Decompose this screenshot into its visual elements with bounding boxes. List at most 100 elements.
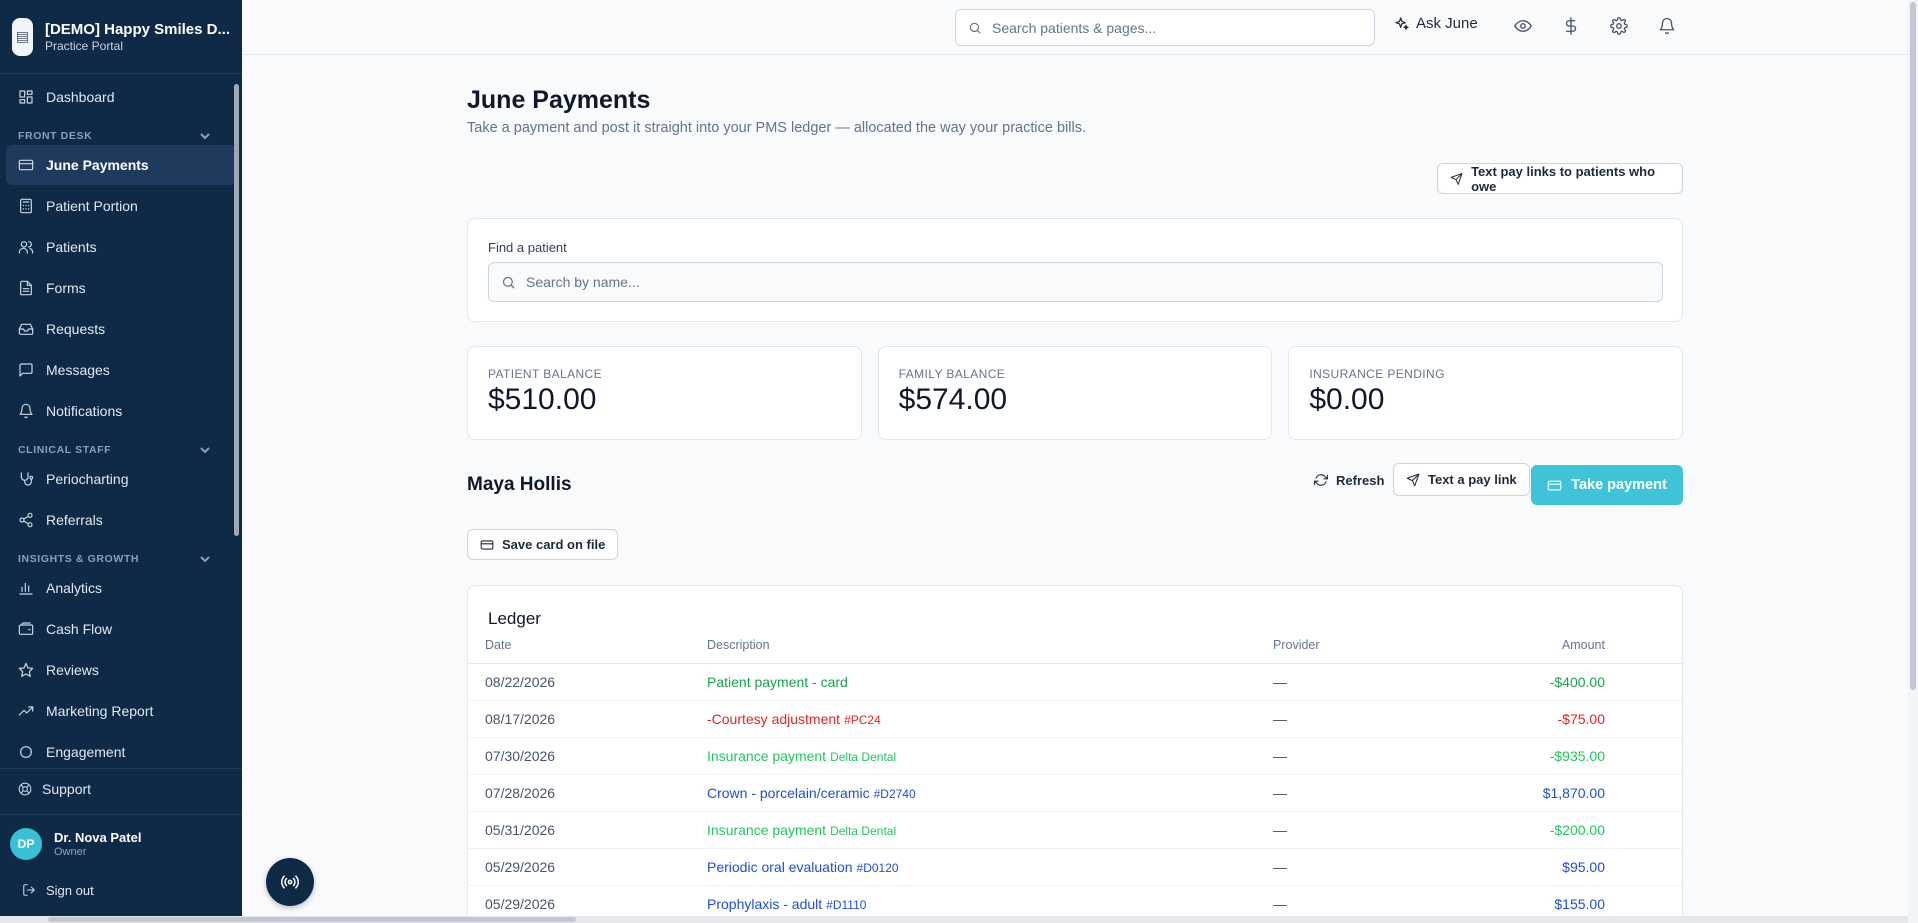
row-provider: — xyxy=(1273,711,1287,727)
sidebar-item-dashboard[interactable]: Dashboard xyxy=(6,77,236,117)
broadcast-icon xyxy=(281,875,299,889)
wallet-icon xyxy=(18,621,34,637)
table-row[interactable]: 08/22/2026 Patient payment - card — -$40… xyxy=(468,664,1684,701)
row-code: #D1110 xyxy=(826,898,867,912)
column-header-amount[interactable]: Amount xyxy=(1562,638,1605,652)
notifications-button[interactable] xyxy=(1657,16,1677,36)
sidebar-footer: Support DP Dr. Nova Patel Owner Sign out xyxy=(0,768,242,908)
sidebar-item-label: Cash Flow xyxy=(46,621,113,637)
engagement-icon xyxy=(18,744,34,760)
voice-assistant-button[interactable] xyxy=(266,858,314,906)
sidebar-item-engagement[interactable]: Engagement xyxy=(6,732,236,768)
sidebar-item-forms[interactable]: Forms xyxy=(6,268,236,308)
patient-search[interactable] xyxy=(488,262,1663,302)
row-provider: — xyxy=(1273,785,1287,801)
column-header-provider[interactable]: Provider xyxy=(1273,638,1320,652)
share-icon xyxy=(18,512,34,528)
patient-name: Maya Hollis xyxy=(467,474,572,495)
log-out-icon xyxy=(23,884,35,896)
save-card-button[interactable]: Save card on file xyxy=(467,529,619,560)
section-clinical-staff[interactable]: CLINICAL STAFF xyxy=(0,432,242,458)
take-payment-label: Take payment xyxy=(1571,477,1667,493)
sidebar-item-label: Patients xyxy=(46,239,97,255)
horizontal-scrollbar[interactable] xyxy=(0,916,1908,923)
row-description-text: Prophylaxis - adult xyxy=(707,896,823,912)
text-pay-links-button[interactable]: Text pay links to patients who owe xyxy=(1437,163,1683,194)
settings-button[interactable] xyxy=(1609,16,1629,36)
card-icon xyxy=(18,157,34,173)
search-icon xyxy=(969,22,981,34)
table-row[interactable]: 05/29/2026 Periodic oral evaluation #D012… xyxy=(468,849,1684,886)
sign-out-link[interactable]: Sign out xyxy=(0,872,242,908)
sidebar-item-label: Reviews xyxy=(46,662,99,678)
ask-june-button[interactable]: Ask June xyxy=(1394,15,1478,32)
find-patient-label: Find a patient xyxy=(488,240,567,255)
balance-stats: PATIENT BALANCE $510.00 FAMILY BALANCE $… xyxy=(467,346,1684,440)
trending-up-icon xyxy=(18,703,34,719)
page-scrollbar[interactable] xyxy=(1908,0,1918,923)
take-payment-button[interactable]: Take payment xyxy=(1531,465,1683,505)
row-amount: $155.00 xyxy=(1554,896,1605,912)
sidebar-item-patients[interactable]: Patients xyxy=(6,227,236,267)
global-search[interactable] xyxy=(955,9,1375,46)
row-provider: — xyxy=(1273,674,1287,690)
sidebar-item-periocharting[interactable]: Periocharting xyxy=(6,459,236,499)
practice-name: [DEMO] Happy Smiles D... xyxy=(44,20,230,38)
page-scroll-thumb[interactable] xyxy=(1910,2,1916,690)
row-description: Insurance payment Delta Dental xyxy=(707,748,896,764)
user-profile[interactable]: DP Dr. Nova Patel Owner xyxy=(0,814,242,872)
card-icon xyxy=(1547,480,1562,490)
row-date: 05/31/2026 xyxy=(485,822,556,838)
text-pay-link-button[interactable]: Text a pay link xyxy=(1393,463,1530,496)
message-icon xyxy=(18,362,34,378)
sparkles-icon xyxy=(1395,16,1409,30)
horizontal-scroll-thumb[interactable] xyxy=(48,917,576,922)
row-code: #PC24 xyxy=(844,713,881,727)
row-description: Periodic oral evaluation #D0120 xyxy=(707,859,899,875)
billing-button[interactable] xyxy=(1561,16,1581,36)
table-row[interactable]: 07/30/2026 Insurance payment Delta Dental… xyxy=(468,738,1684,775)
sidebar-item-label: Referrals xyxy=(46,512,103,528)
column-header-description[interactable]: Description xyxy=(707,638,770,652)
table-row[interactable]: 07/28/2026 Crown - porcelain/ceramic #D27… xyxy=(468,775,1684,812)
row-description: Insurance payment Delta Dental xyxy=(707,822,896,838)
page-title: June Payments xyxy=(467,86,651,114)
stat-insurance-pending: INSURANCE PENDING $0.00 xyxy=(1288,346,1684,440)
sidebar-item-referrals[interactable]: Referrals xyxy=(6,500,236,540)
sidebar-item-marketing-report[interactable]: Marketing Report xyxy=(6,691,236,731)
sidebar-item-label: Notifications xyxy=(46,403,123,419)
refresh-button[interactable]: Refresh xyxy=(1302,464,1396,496)
sidebar-item-analytics[interactable]: Analytics xyxy=(6,568,236,608)
sidebar-item-patient-portion[interactable]: Patient Portion xyxy=(6,186,236,226)
table-row[interactable]: 05/31/2026 Insurance payment Delta Dental… xyxy=(468,812,1684,849)
section-insights-growth[interactable]: INSIGHTS & GROWTH xyxy=(0,541,242,567)
preview-button[interactable] xyxy=(1513,16,1533,36)
sidebar-item-cash-flow[interactable]: Cash Flow xyxy=(6,609,236,649)
sidebar-item-label: Dashboard xyxy=(46,89,115,105)
ask-june-label: Ask June xyxy=(1416,15,1478,32)
section-front-desk[interactable]: FRONT DESK xyxy=(0,118,242,144)
ledger-card: Ledger Date Description Provider Amount … xyxy=(467,585,1684,923)
brand[interactable]: ▤ [DEMO] Happy Smiles D... Practice Port… xyxy=(0,0,242,74)
row-code: Delta Dental xyxy=(830,750,897,764)
sidebar-scrollbar[interactable] xyxy=(234,76,240,768)
sidebar-item-reviews[interactable]: Reviews xyxy=(6,650,236,690)
row-description: Crown - porcelain/ceramic #D2740 xyxy=(707,785,916,801)
row-description-text: -Courtesy adjustment xyxy=(707,711,841,727)
sidebar-item-label: Periocharting xyxy=(46,471,129,487)
find-patient-card: Find a patient xyxy=(467,218,1683,322)
column-header-date[interactable]: Date xyxy=(485,638,511,652)
global-search-input[interactable] xyxy=(992,19,1352,36)
table-row[interactable]: 08/17/2026 -Courtesy adjustment #PC24 — -… xyxy=(468,701,1684,738)
sidebar-item-june-payments[interactable]: June Payments xyxy=(6,145,236,185)
bar-chart-icon xyxy=(18,580,34,596)
sidebar-item-notifications[interactable]: Notifications xyxy=(6,391,236,431)
sidebar-item-requests[interactable]: Requests xyxy=(6,309,236,349)
sidebar-scroll-thumb[interactable] xyxy=(234,84,239,536)
sidebar-item-messages[interactable]: Messages xyxy=(6,350,236,390)
support-link[interactable]: Support xyxy=(0,768,242,808)
sidebar-item-label: Engagement xyxy=(46,744,126,760)
chevron-down-icon xyxy=(200,556,210,563)
patient-search-input[interactable] xyxy=(526,274,1626,290)
row-provider: — xyxy=(1273,822,1287,838)
